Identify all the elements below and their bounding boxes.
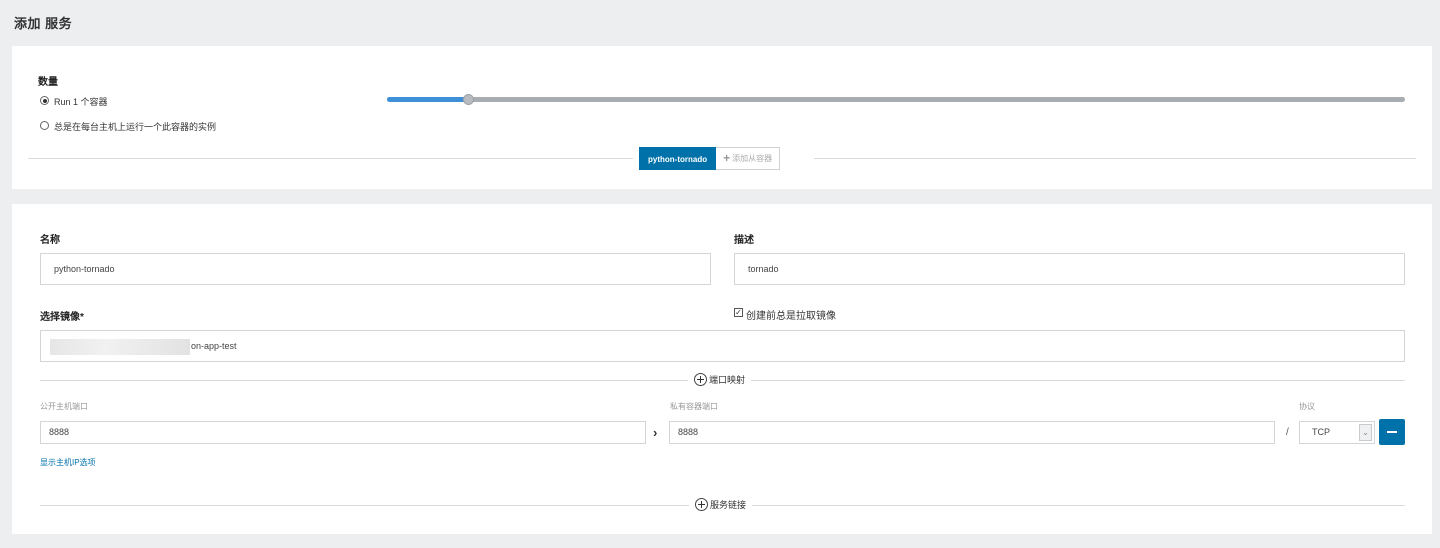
- name-label: 名称: [40, 235, 60, 246]
- run-count-radio[interactable]: [40, 96, 49, 105]
- private-port-label: 私有容器端口: [670, 402, 718, 411]
- image-label: 选择镜像*: [40, 312, 84, 323]
- add-port-mapping-button[interactable]: 端口映射: [688, 373, 752, 386]
- image-input[interactable]: on-app-test: [40, 330, 1405, 362]
- scale-heading: 数量: [38, 77, 58, 88]
- add-circle-icon: [694, 373, 707, 386]
- private-port-input[interactable]: 8888: [669, 421, 1275, 444]
- protocol-value: TCP: [1312, 427, 1330, 437]
- add-service-link-button[interactable]: 服务链接: [689, 498, 753, 511]
- global-run-radio[interactable]: [40, 121, 49, 130]
- show-host-ip-link[interactable]: 显示主机IP选项: [40, 457, 96, 468]
- protocol-select[interactable]: TCP ⌄: [1299, 421, 1375, 444]
- divider-line: [28, 158, 633, 159]
- scale-panel: 数量 Run 1 个容器 总是在每台主机上运行一个此容器的实例 python-t…: [12, 46, 1432, 189]
- scale-slider-handle[interactable]: [463, 94, 475, 105]
- page-header: 添加 服务: [0, 0, 1440, 44]
- scale-slider-fill: [387, 97, 469, 102]
- plus-icon: +: [723, 151, 731, 165]
- chevron-right-icon: ›: [653, 425, 658, 440]
- remove-port-button[interactable]: [1379, 419, 1405, 445]
- pull-image-checkbox[interactable]: ✓: [734, 308, 743, 317]
- redacted-region: [50, 339, 190, 355]
- public-port-input[interactable]: 8888: [40, 421, 646, 444]
- name-input[interactable]: python-tornado: [40, 253, 711, 285]
- port-mapping-label: 端口映射: [709, 375, 746, 385]
- container-tabs: python-tornado + 添加从容器: [639, 147, 781, 170]
- port-separator: /: [1286, 427, 1289, 438]
- chevron-down-icon: ⌄: [1359, 424, 1372, 441]
- tab-python-tornado[interactable]: python-tornado: [639, 147, 717, 170]
- add-sidekick-button[interactable]: + 添加从容器: [716, 147, 781, 170]
- service-link-label: 服务链接: [710, 500, 747, 510]
- description-input[interactable]: tornado: [734, 253, 1405, 285]
- pull-image-label: 创建前总是拉取镜像: [746, 311, 836, 322]
- protocol-label: 协议: [1299, 402, 1315, 411]
- run-count-label: Run 1 个容器: [54, 97, 108, 107]
- add-sidekick-label: 添加从容器: [732, 154, 773, 163]
- public-port-label: 公开主机端口: [40, 402, 88, 411]
- add-circle-icon: [695, 498, 708, 511]
- divider-line: [814, 158, 1416, 159]
- description-label: 描述: [734, 235, 754, 246]
- page-title: 添加 服务: [14, 16, 73, 31]
- scale-slider[interactable]: [387, 94, 1405, 105]
- config-panel: 名称 python-tornado 描述 tornado 选择镜像* ✓ 创建前…: [12, 204, 1432, 534]
- image-input-value: on-app-test: [191, 341, 237, 351]
- global-run-label: 总是在每台主机上运行一个此容器的实例: [54, 122, 217, 132]
